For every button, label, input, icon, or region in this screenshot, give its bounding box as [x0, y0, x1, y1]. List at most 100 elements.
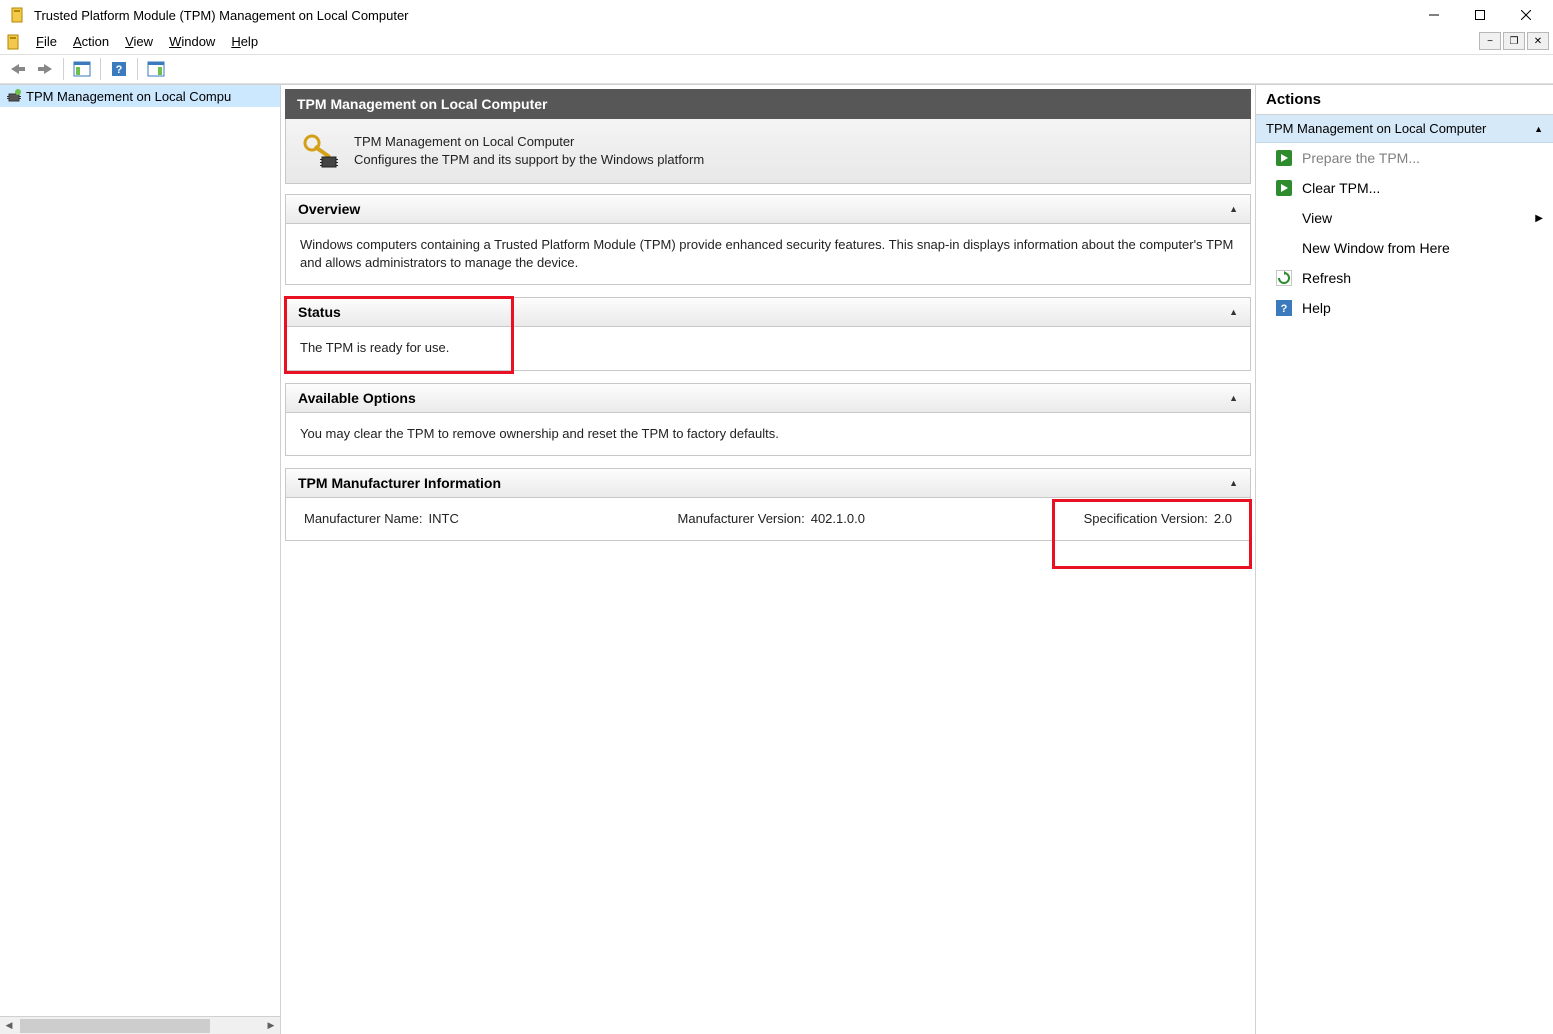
- actions-subheader-label: TPM Management on Local Computer: [1266, 121, 1486, 136]
- section-manufacturer: TPM Manufacturer Information ▲ Manufactu…: [285, 468, 1251, 541]
- mdi-minimize-button[interactable]: −: [1479, 32, 1501, 50]
- section-title: Status: [298, 304, 341, 320]
- blank-icon: [1276, 240, 1292, 256]
- action-label: Prepare the TPM...: [1302, 150, 1420, 166]
- action-prepare-tpm[interactable]: Prepare the TPM...: [1256, 143, 1553, 173]
- content-summary: TPM Management on Local Computer Configu…: [285, 119, 1251, 184]
- section-options: Available Options ▲ You may clear the TP…: [285, 383, 1251, 456]
- manufacturer-version: Manufacturer Version: 402.1.0.0: [678, 510, 865, 528]
- close-button[interactable]: [1503, 0, 1549, 30]
- content-header: TPM Management on Local Computer: [285, 89, 1251, 119]
- section-manufacturer-body: Manufacturer Name: INTC Manufacturer Ver…: [286, 498, 1250, 540]
- section-options-body: You may clear the TPM to remove ownershi…: [286, 413, 1250, 455]
- svg-text:?: ?: [1281, 303, 1288, 315]
- scroll-right-button[interactable]: ▶: [262, 1018, 280, 1034]
- section-overview: Overview ▲ Windows computers containing …: [285, 194, 1251, 285]
- collapse-icon: ▲: [1229, 204, 1238, 214]
- section-overview-header[interactable]: Overview ▲: [286, 195, 1250, 224]
- tree-body: TPM Management on Local Compu: [0, 85, 280, 1016]
- manufacturer-row: Manufacturer Name: INTC Manufacturer Ver…: [300, 510, 1236, 528]
- collapse-icon: ▲: [1534, 124, 1543, 134]
- action-label: Help: [1302, 300, 1331, 316]
- summary-desc: Configures the TPM and its support by th…: [354, 151, 704, 169]
- toolbar-separator: [63, 58, 64, 80]
- menu-window[interactable]: Window: [161, 32, 223, 51]
- menu-action[interactable]: Action: [65, 32, 117, 51]
- menu-help[interactable]: Help: [223, 32, 266, 51]
- section-options-header[interactable]: Available Options ▲: [286, 384, 1250, 413]
- collapse-icon: ▲: [1229, 307, 1238, 317]
- collapse-icon: ▲: [1229, 478, 1238, 488]
- spec-version-label: Specification Version:: [1084, 510, 1208, 528]
- minimize-button[interactable]: [1411, 0, 1457, 30]
- tree-item-label: TPM Management on Local Compu: [26, 89, 231, 104]
- section-manufacturer-header[interactable]: TPM Manufacturer Information ▲: [286, 469, 1250, 498]
- action-label: Clear TPM...: [1302, 180, 1380, 196]
- mfr-version-label: Manufacturer Version:: [678, 510, 805, 528]
- forward-button[interactable]: [33, 57, 57, 81]
- scroll-left-button[interactable]: ◀: [0, 1018, 18, 1034]
- section-title: Available Options: [298, 390, 416, 406]
- action-label: Refresh: [1302, 270, 1351, 286]
- main-layout: TPM Management on Local Compu ◀ ▶ TPM Ma…: [0, 84, 1553, 1034]
- mmc-icon: [6, 34, 22, 50]
- svg-text:?: ?: [116, 64, 123, 76]
- show-hide-action-pane-button[interactable]: [144, 57, 168, 81]
- scroll-thumb[interactable]: [20, 1019, 210, 1033]
- window-title: Trusted Platform Module (TPM) Management…: [32, 8, 1411, 23]
- show-hide-tree-button[interactable]: [70, 57, 94, 81]
- section-title: TPM Manufacturer Information: [298, 475, 501, 491]
- action-label: New Window from Here: [1302, 240, 1450, 256]
- title-bar: Trusted Platform Module (TPM) Management…: [0, 0, 1553, 30]
- action-help[interactable]: ? Help: [1256, 293, 1553, 323]
- arrow-right-icon: [1276, 150, 1292, 166]
- menu-view[interactable]: View: [117, 32, 161, 51]
- specification-version: Specification Version: 2.0: [1084, 510, 1232, 528]
- mdi-close-button[interactable]: ✕: [1527, 32, 1549, 50]
- window-controls: [1411, 0, 1549, 30]
- help-button[interactable]: ?: [107, 57, 131, 81]
- menu-bar: File Action View Window Help − ❐ ✕: [0, 30, 1553, 54]
- maximize-button[interactable]: [1457, 0, 1503, 30]
- section-status-body: The TPM is ready for use.: [286, 327, 1250, 369]
- chevron-right-icon: ▶: [1535, 213, 1543, 224]
- spec-version-value: 2.0: [1214, 510, 1232, 528]
- mfr-name-value: INTC: [429, 510, 459, 528]
- blank-icon: [1276, 210, 1292, 226]
- tpm-node-icon: [6, 88, 22, 104]
- toolbar: ?: [0, 54, 1553, 84]
- refresh-icon: [1276, 270, 1292, 286]
- toolbar-separator: [137, 58, 138, 80]
- action-label: View: [1302, 210, 1332, 226]
- scroll-track[interactable]: [18, 1018, 262, 1034]
- menu-file[interactable]: File: [28, 32, 65, 51]
- toolbar-separator: [100, 58, 101, 80]
- back-button[interactable]: [6, 57, 30, 81]
- tree-pane: TPM Management on Local Compu ◀ ▶: [0, 85, 281, 1034]
- action-new-window[interactable]: New Window from Here: [1256, 233, 1553, 263]
- tree-item-tpm-root[interactable]: TPM Management on Local Compu: [0, 85, 280, 107]
- mfr-version-value: 402.1.0.0: [811, 510, 865, 528]
- actions-header: Actions: [1256, 85, 1553, 115]
- mdi-controls: − ❐ ✕: [1479, 32, 1549, 50]
- actions-pane: Actions TPM Management on Local Computer…: [1255, 85, 1553, 1034]
- section-status: Status ▲ The TPM is ready for use.: [285, 297, 1251, 370]
- help-icon: ?: [1276, 300, 1292, 316]
- app-icon: [10, 7, 26, 23]
- section-title: Overview: [298, 201, 360, 217]
- content-summary-text: TPM Management on Local Computer Configu…: [354, 133, 704, 168]
- mfr-name-label: Manufacturer Name:: [304, 510, 423, 528]
- tree-horizontal-scrollbar[interactable]: ◀ ▶: [0, 1016, 280, 1034]
- action-clear-tpm[interactable]: Clear TPM...: [1256, 173, 1553, 203]
- action-view[interactable]: View ▶: [1256, 203, 1553, 233]
- action-refresh[interactable]: Refresh: [1256, 263, 1553, 293]
- section-overview-body: Windows computers containing a Trusted P…: [286, 224, 1250, 284]
- manufacturer-name: Manufacturer Name: INTC: [304, 510, 459, 528]
- summary-title: TPM Management on Local Computer: [354, 133, 704, 151]
- content-pane: TPM Management on Local Computer TPM Man…: [281, 85, 1255, 1034]
- key-chip-icon: [300, 131, 340, 171]
- section-status-header[interactable]: Status ▲: [286, 298, 1250, 327]
- collapse-icon: ▲: [1229, 393, 1238, 403]
- actions-subheader[interactable]: TPM Management on Local Computer ▲: [1256, 115, 1553, 143]
- mdi-restore-button[interactable]: ❐: [1503, 32, 1525, 50]
